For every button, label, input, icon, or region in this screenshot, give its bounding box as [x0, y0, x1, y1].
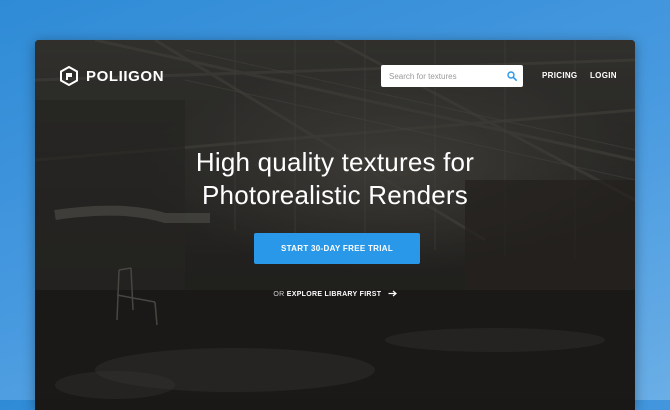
explore-library-link[interactable]: EXPLORE LIBRARY FIRST: [287, 291, 382, 298]
explore-prefix: OR: [273, 291, 285, 298]
hero-headline: High quality textures for Photorealistic…: [35, 146, 635, 212]
nav-login-link[interactable]: LOGIN: [590, 71, 617, 80]
hero-headline-line-2: Photorealistic Renders: [202, 180, 468, 210]
nav-pricing-link[interactable]: PRICING: [542, 71, 577, 80]
explore-library-row: OR EXPLORE LIBRARY FIRST: [35, 290, 635, 298]
hero-dark-overlay: [35, 40, 635, 410]
hero-background-image: [35, 40, 635, 410]
poliigon-logo[interactable]: POLIIGON: [60, 66, 164, 86]
search-input[interactable]: [389, 66, 507, 86]
arrow-right-icon[interactable]: [388, 290, 397, 297]
start-free-trial-button[interactable]: START 30-DAY FREE TRIAL: [254, 233, 420, 264]
brand-name: POLIIGON: [86, 67, 165, 85]
browser-window: POLIIGON PRICING LOGIN High quality text…: [35, 40, 635, 410]
poliigon-hexagon-icon: [60, 66, 78, 86]
hero-headline-line-1: High quality textures for: [195, 147, 475, 177]
search-icon[interactable]: [507, 71, 517, 81]
search-box[interactable]: [381, 65, 523, 87]
